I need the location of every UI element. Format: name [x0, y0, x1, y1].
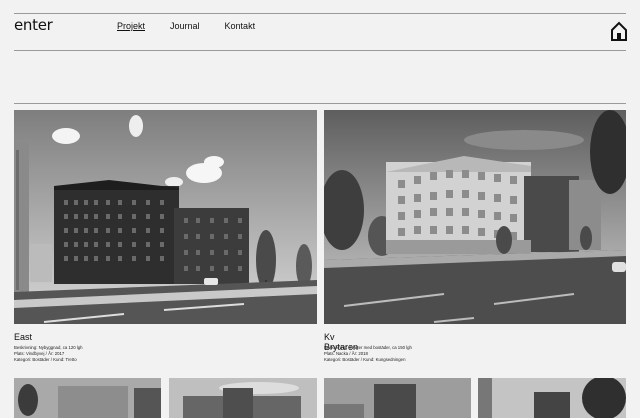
project-image-east[interactable]	[14, 110, 317, 324]
nav-link-projekt[interactable]: Projekt	[117, 21, 145, 31]
nav-link-journal[interactable]: Journal	[170, 21, 200, 31]
project-category-client: Kategori: Bostäder / Kund: Tretto	[14, 357, 77, 363]
project-thumbnail[interactable]	[14, 378, 161, 418]
project-image-kv-brytaren[interactable]	[324, 110, 626, 324]
project-thumbnail[interactable]	[478, 378, 626, 418]
project-title-east[interactable]: East	[14, 332, 32, 342]
project-meta-east: Beskrivning: Nybyggnad, ca 120 lgh Plats…	[14, 345, 314, 364]
project-thumbnail[interactable]	[169, 378, 317, 418]
main-nav: Projekt Journal Kontakt	[117, 21, 255, 31]
project-thumbnail[interactable]	[324, 378, 471, 418]
nav-link-kontakt[interactable]: Kontakt	[225, 21, 256, 31]
site-logo[interactable]: enter	[14, 16, 53, 34]
header-divider	[14, 50, 626, 51]
top-divider	[14, 13, 626, 14]
project-category-client: Kategori: Bostäder / Kund: Kungsedningen	[324, 357, 406, 363]
project-meta-kv-brytaren: Beskrivning: Kvarter med bostäder, ca 15…	[324, 345, 624, 364]
content-divider	[14, 103, 626, 104]
house-icon[interactable]	[611, 21, 627, 41]
